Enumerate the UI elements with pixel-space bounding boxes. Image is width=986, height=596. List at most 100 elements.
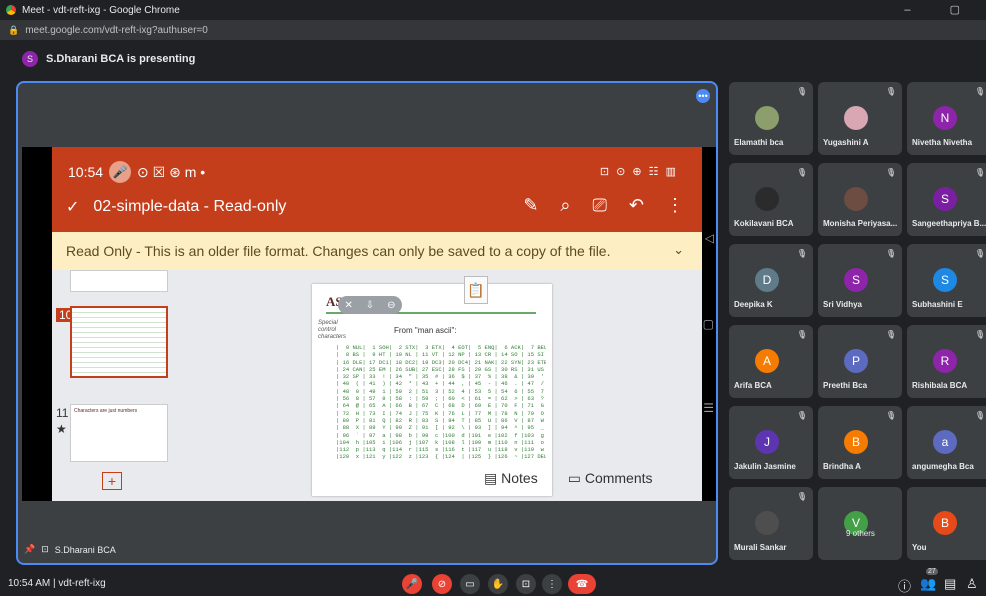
clipboard-icon[interactable]: 📋: [464, 276, 488, 304]
participant-tile[interactable]: 🎙 S Sangeethapriya B...: [907, 163, 986, 236]
participant-tile[interactable]: 🎙 S Sri Vidhya: [818, 244, 902, 317]
mic-off-icon[interactable]: ✕: [344, 300, 352, 311]
mic-button[interactable]: 🎤: [402, 574, 422, 594]
notes-comments: ▤ Notes ▭ Comments: [484, 470, 653, 487]
avatar: B: [844, 430, 868, 454]
slide-thumbnails: 10 11 ★ Characters are just numbers +: [52, 270, 174, 501]
present-screen-icon: ⊡: [41, 544, 49, 554]
avatar: S: [844, 268, 868, 292]
window-controls[interactable]: – ▢: [904, 3, 978, 16]
more-options-icon[interactable]: •••: [696, 89, 710, 103]
ascii-row: |104 h |105 i |106 j |107 k |108 l |109 …: [336, 438, 546, 446]
mic-muted-icon: 🎙: [974, 330, 985, 339]
more-button[interactable]: ⋮: [542, 574, 562, 594]
participant-name: Preethi Bca: [823, 381, 868, 390]
meeting-info: 10:54 AM | vdt-reft-ixg: [8, 578, 106, 589]
add-slide-button[interactable]: +: [102, 472, 122, 490]
participant-tile[interactable]: 🎙 J Jakulin Jasmine: [729, 406, 813, 479]
raise-hand-button[interactable]: ✋: [488, 574, 508, 594]
notes-button[interactable]: ▤ Notes: [484, 470, 538, 487]
powerpoint-header: 10:54 🎤 ⊙ ☒ ⊛ m • ⊡ ⊙ ⊕ ☷ ▥ ✓ 02-simple-…: [52, 147, 702, 232]
participant-tile[interactable]: 🎙 A Arifa BCA: [729, 325, 813, 398]
participant-name: Yugashini A: [823, 138, 869, 147]
chat-icon[interactable]: ▤: [944, 576, 956, 592]
participant-tile[interactable]: 🎙 B Brindha A: [818, 406, 902, 479]
participant-tile[interactable]: 🎙 a angumegha Bca: [907, 406, 986, 479]
participant-tile[interactable]: B You: [907, 487, 986, 560]
people-button[interactable]: 👥 27: [920, 568, 938, 592]
activities-icon[interactable]: ♙: [966, 576, 978, 592]
mic-muted-icon: 🎙: [796, 330, 807, 339]
info-icon[interactable]: ⓘ: [898, 576, 911, 595]
lock-icon: 🔒: [8, 24, 20, 35]
back-nav-icon[interactable]: ◁: [705, 231, 714, 245]
avatar: S: [933, 187, 957, 211]
address-bar[interactable]: 🔒 meet.google.com/vdt-reft-ixg?authuser=…: [0, 20, 986, 40]
minus-icon[interactable]: ⊖: [387, 300, 395, 311]
leave-call-button[interactable]: ☎: [568, 574, 596, 594]
browser-titlebar: Meet - vdt-reft-ixg - Google Chrome – ▢: [0, 0, 986, 20]
special-label: Special control characters: [318, 320, 347, 340]
undo-icon[interactable]: ↶: [629, 195, 644, 216]
slide-thumbnail[interactable]: Characters are just numbers: [70, 404, 168, 462]
participant-tile[interactable]: 🎙 D Deepika K: [729, 244, 813, 317]
pen-icon[interactable]: ✎: [523, 195, 538, 216]
participant-name: Monisha Periyasa...: [823, 219, 898, 228]
camera-button[interactable]: ⊘: [432, 574, 452, 594]
participant-tile[interactable]: 🎙 Murali Sankar: [729, 487, 813, 560]
slide-thumbnail[interactable]: [70, 270, 168, 292]
participant-tile[interactable]: 🎙 R Rishibala BCA: [907, 325, 986, 398]
participant-tile[interactable]: 🎙 Elamathi bca: [729, 82, 813, 155]
camera-off-icon: ⊘: [437, 578, 447, 590]
search-icon[interactable]: ⌕: [560, 195, 570, 216]
banner-text: Read Only - This is an older file format…: [66, 243, 611, 259]
recents-nav-icon[interactable]: ☰: [703, 401, 714, 415]
participant-name: Brindha A: [823, 462, 861, 471]
captions-button[interactable]: ▭: [460, 574, 480, 594]
participant-tile[interactable]: 🎙 P Preethi Bca: [818, 325, 902, 398]
more-vert-icon: ⋮: [547, 578, 557, 590]
url-text[interactable]: meet.google.com/vdt-reft-ixg?authuser=0: [25, 25, 208, 36]
participant-tile[interactable]: V9 others: [818, 487, 902, 560]
ascii-row: | 48 0 | 49 1 | 50 2 | 51 3 | 52 4 | 53 …: [336, 387, 546, 395]
comments-button[interactable]: ▭ Comments: [568, 470, 653, 487]
participant-name: Elamathi bca: [734, 138, 784, 147]
home-nav-icon[interactable]: ▢: [703, 317, 714, 331]
participant-tile[interactable]: 🎙 Yugashini A: [818, 82, 902, 155]
ascii-row: | 0 NUL| 1 SOH| 2 STX| 3 ETX| 4 EOT| 5 E…: [336, 344, 546, 351]
comment-icon: ▭: [567, 470, 585, 486]
present-button[interactable]: ⊡: [516, 574, 536, 594]
captions-icon: ▭: [465, 578, 475, 590]
ascii-row: | 80 P | 81 Q | 82 R | 83 S | 84 T | 85 …: [336, 416, 546, 424]
participant-tile[interactable]: 🎙 Monisha Periyasa...: [818, 163, 902, 236]
more-vert-icon[interactable]: ⋮: [666, 195, 684, 216]
participant-name: Murali Sankar: [734, 543, 787, 552]
participant-tile[interactable]: 🎙 S Subhashini E: [907, 244, 986, 317]
slide-thumbnail[interactable]: [70, 306, 168, 378]
people-icon: 👥: [920, 576, 937, 591]
slide-number: 11: [56, 406, 69, 420]
ascii-row: | 24 CAN| 25 EM | 26 SUB| 27 ESC| 28 FS …: [336, 365, 546, 373]
avatar: B: [933, 511, 957, 535]
avatar: S: [933, 268, 957, 292]
mic-muted-icon: 🎙: [885, 330, 896, 339]
participant-name: Nivetha Nivetha: [912, 138, 973, 147]
participant-tile[interactable]: 🎙 Kokilavani BCA: [729, 163, 813, 236]
present-icon[interactable]: ⎚: [593, 195, 607, 216]
shared-screen: 10:54 🎤 ⊙ ☒ ⊛ m • ⊡ ⊙ ⊕ ☷ ▥ ✓ 02-simple-…: [22, 147, 716, 501]
annotation-pill[interactable]: ✕ ⇩ ⊖: [338, 296, 402, 314]
presenting-text: S.Dharani BCA is presenting: [46, 53, 196, 65]
check-icon[interactable]: ✓: [66, 197, 79, 217]
mic-muted-icon: 🎙: [974, 87, 985, 96]
avatar: P: [844, 349, 868, 373]
mic-muted-icon: 🎙: [796, 249, 807, 258]
participant-tile[interactable]: 🎙 N Nivetha Nivetha: [907, 82, 986, 155]
phone-screen: 10:54 🎤 ⊙ ☒ ⊛ m • ⊡ ⊙ ⊕ ☷ ▥ ✓ 02-simple-…: [52, 147, 702, 501]
down-icon[interactable]: ⇩: [366, 300, 374, 311]
hand-icon: ✋: [491, 578, 505, 590]
mic-muted-icon: 🎙: [796, 168, 807, 177]
pin-icon[interactable]: 📌: [24, 544, 35, 555]
ascii-row: | 16 DLE| 17 DC1| 18 DC2| 19 DC3| 20 DC4…: [336, 358, 546, 366]
chevron-down-icon[interactable]: ⌄: [673, 242, 684, 258]
mic-icon: 🎤: [109, 161, 132, 183]
